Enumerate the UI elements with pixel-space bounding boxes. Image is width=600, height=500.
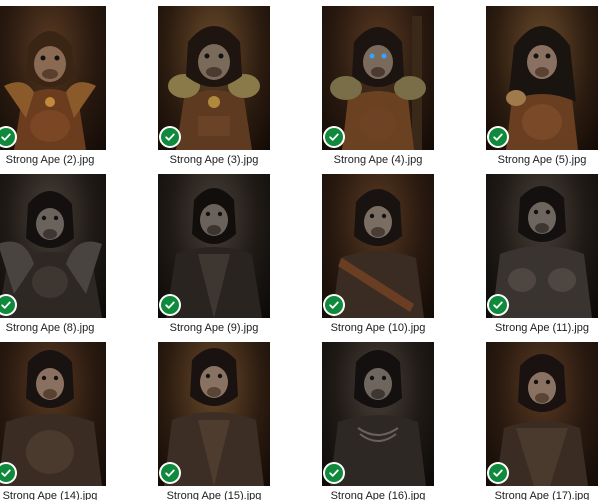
- image-thumbnail[interactable]: [322, 174, 434, 318]
- sync-status-badge: [159, 126, 181, 148]
- synced-check-icon: [489, 296, 507, 314]
- file-name-label: Strong Ape (3).jpg: [169, 154, 259, 166]
- synced-check-icon: [161, 296, 179, 314]
- image-thumbnail[interactable]: [322, 342, 434, 486]
- synced-check-icon: [161, 128, 179, 146]
- image-thumbnail[interactable]: [0, 174, 106, 318]
- file-name-label: Strong Ape (17).jpg: [494, 490, 590, 500]
- file-name-label: Strong Ape (16).jpg: [330, 490, 426, 500]
- file-name-label: Strong Ape (11).jpg: [495, 322, 589, 334]
- file-tile[interactable]: Strong Ape (14).jpg: [0, 342, 106, 500]
- file-tile[interactable]: Strong Ape (4).jpg: [322, 6, 434, 166]
- file-tile[interactable]: Strong Ape (10).jpg: [322, 174, 434, 334]
- file-name-label: Strong Ape (5).jpg: [497, 154, 587, 166]
- file-name-label: Strong Ape (4).jpg: [333, 154, 423, 166]
- image-thumbnail[interactable]: [486, 6, 598, 150]
- image-thumbnail[interactable]: [322, 6, 434, 150]
- image-thumbnail[interactable]: [486, 342, 598, 486]
- file-thumbnail-grid: Strong Ape (2).jpg Strong Ape (3).jpg St…: [0, 0, 600, 500]
- file-tile[interactable]: Strong Ape (2).jpg: [0, 6, 106, 166]
- sync-status-badge: [323, 126, 345, 148]
- file-name-label: Strong Ape (15).jpg: [166, 490, 262, 500]
- file-tile[interactable]: Strong Ape (17).jpg: [486, 342, 598, 500]
- sync-status-badge: [323, 462, 345, 484]
- file-name-label: Strong Ape (14).jpg: [2, 490, 98, 500]
- file-tile[interactable]: Strong Ape (8).jpg: [0, 174, 106, 334]
- sync-status-badge: [487, 462, 509, 484]
- synced-check-icon: [489, 464, 507, 482]
- sync-status-badge: [159, 462, 181, 484]
- synced-check-icon: [325, 128, 343, 146]
- file-name-label: Strong Ape (10).jpg: [330, 322, 426, 334]
- synced-check-icon: [325, 296, 343, 314]
- file-tile[interactable]: Strong Ape (3).jpg: [158, 6, 270, 166]
- image-thumbnail[interactable]: [486, 174, 598, 318]
- file-tile[interactable]: Strong Ape (9).jpg: [158, 174, 270, 334]
- image-thumbnail[interactable]: [158, 174, 270, 318]
- synced-check-icon: [0, 128, 15, 146]
- ape-portrait-image: [4, 31, 96, 150]
- synced-check-icon: [489, 128, 507, 146]
- synced-check-icon: [161, 464, 179, 482]
- file-tile[interactable]: Strong Ape (16).jpg: [322, 342, 434, 500]
- sync-status-badge: [487, 126, 509, 148]
- synced-check-icon: [325, 464, 343, 482]
- file-tile[interactable]: Strong Ape (11).jpg: [486, 174, 598, 334]
- image-thumbnail[interactable]: [0, 6, 106, 150]
- sync-status-badge: [323, 294, 345, 316]
- file-name-label: Strong Ape (9).jpg: [169, 322, 259, 334]
- image-thumbnail[interactable]: [158, 342, 270, 486]
- file-name-label: Strong Ape (2).jpg: [5, 154, 95, 166]
- synced-check-icon: [0, 464, 15, 482]
- file-tile[interactable]: Strong Ape (15).jpg: [158, 342, 270, 500]
- sync-status-badge: [159, 294, 181, 316]
- file-tile[interactable]: Strong Ape (5).jpg: [486, 6, 598, 166]
- ape-portrait-image: [0, 191, 102, 318]
- ape-portrait-image: [0, 350, 102, 486]
- image-thumbnail[interactable]: [158, 6, 270, 150]
- file-name-label: Strong Ape (8).jpg: [5, 322, 95, 334]
- sync-status-badge: [487, 294, 509, 316]
- synced-check-icon: [0, 296, 15, 314]
- image-thumbnail[interactable]: [0, 342, 106, 486]
